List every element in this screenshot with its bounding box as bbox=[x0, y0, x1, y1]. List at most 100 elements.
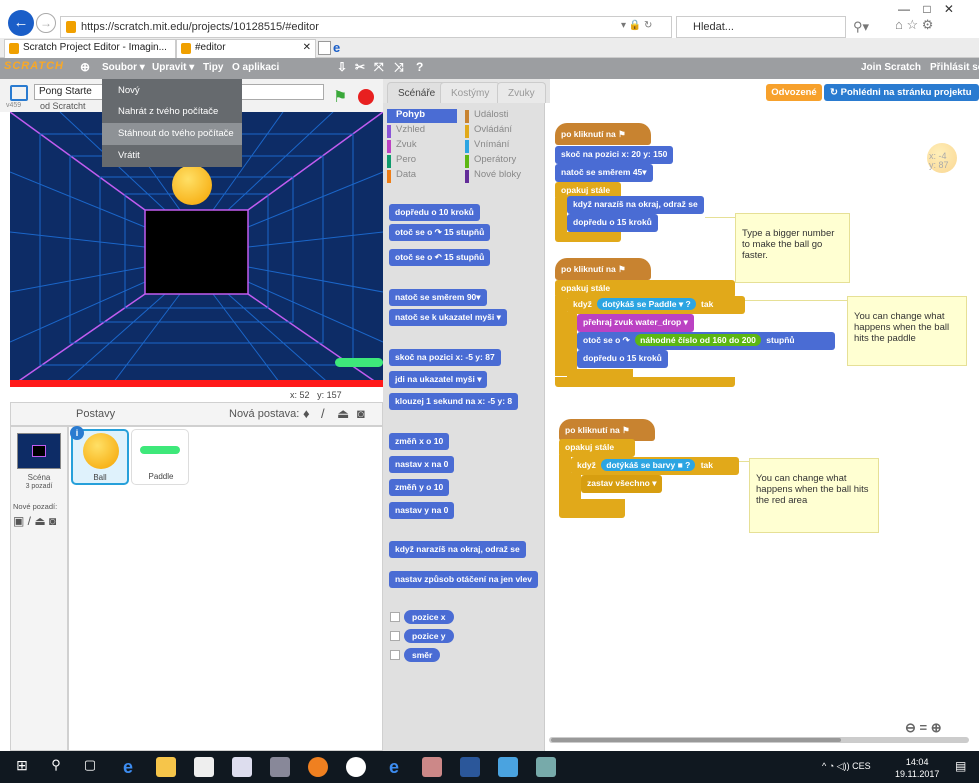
play-sound-block[interactable]: přehraj zvuk water_drop ▾ bbox=[577, 314, 694, 332]
reporter-block[interactable]: směr bbox=[404, 648, 441, 662]
turn-block[interactable]: otoč se o ↷ náhodné číslo od 160 do 200 … bbox=[577, 332, 835, 350]
tab-scripts[interactable]: Scénáře bbox=[387, 82, 447, 103]
sprite-tile-paddle[interactable]: Paddle bbox=[131, 429, 189, 485]
upload-icon[interactable]: ⏏ bbox=[337, 406, 349, 422]
menu-item-revert[interactable]: Vrátit bbox=[102, 145, 242, 167]
paddle-sprite[interactable] bbox=[335, 358, 383, 367]
see-project-button[interactable]: ↻ Pohlédni na stránku projektu bbox=[824, 84, 979, 101]
sprite-tile-ball[interactable]: i Ball bbox=[70, 426, 129, 485]
category-4[interactable]: Data bbox=[387, 169, 416, 183]
address-bar[interactable]: https://scratch.mit.edu/projects/1012851… bbox=[60, 16, 672, 38]
window-controls[interactable]: — □ ✕ bbox=[898, 2, 954, 16]
palette-block[interactable]: když narazíš na okraj, odraž se bbox=[389, 541, 526, 558]
reporter-checkbox[interactable] bbox=[390, 612, 400, 622]
ball-sprite[interactable] bbox=[172, 165, 212, 205]
menu-item-upload[interactable]: Nahrát z tvého počítače bbox=[102, 101, 242, 123]
shrink-icon[interactable]: ⤨ bbox=[394, 60, 404, 75]
tab-editor[interactable]: #editor ✕ bbox=[176, 39, 316, 58]
category-1[interactable]: Vzhled bbox=[387, 124, 425, 138]
back-button[interactable]: ← bbox=[8, 10, 34, 36]
category-2[interactable]: Zvuk bbox=[387, 139, 417, 153]
bounce-edge-block[interactable]: když narazíš na okraj, odraž se bbox=[567, 196, 704, 214]
point-direction-block[interactable]: natoč se směrem 45▾ bbox=[555, 164, 653, 182]
close-tab-icon[interactable]: ✕ bbox=[303, 42, 311, 53]
palette-block[interactable]: otoč se o ↶ 15 stupňů bbox=[389, 249, 491, 266]
move-steps-block[interactable]: dopředu o 15 kroků bbox=[567, 214, 658, 232]
if-block[interactable]: když dotýkáš se Paddle ▾ ? tak bbox=[567, 296, 745, 314]
stop-icon[interactable] bbox=[358, 89, 374, 105]
touching-color[interactable]: dotýkáš se barvy ■ ? bbox=[601, 459, 696, 471]
notification-icon[interactable]: ▤ bbox=[955, 759, 966, 773]
palette-block[interactable]: klouzej 1 sekund na x: -5 y: 8 bbox=[389, 393, 519, 410]
firefox-icon[interactable] bbox=[308, 757, 328, 777]
duplicate-icon[interactable]: ⇩ bbox=[337, 60, 347, 74]
chrome-icon[interactable] bbox=[346, 757, 366, 777]
if-block[interactable]: když dotýkáš se barvy ■ ? tak bbox=[571, 457, 739, 475]
scroll-thumb[interactable] bbox=[551, 738, 841, 742]
join-link[interactable]: Join Scratch bbox=[861, 62, 921, 73]
palette-block[interactable]: nastav x na 0 bbox=[389, 456, 455, 473]
info-icon[interactable]: i bbox=[70, 426, 84, 440]
tab-sounds[interactable]: Zvuky bbox=[497, 82, 546, 103]
category-3[interactable]: Pero bbox=[387, 154, 416, 168]
grow-icon[interactable]: ⤧ bbox=[374, 60, 384, 75]
category-0[interactable]: Pohyb bbox=[387, 109, 457, 123]
stop-all-block[interactable]: zastav všechno ▾ bbox=[581, 475, 663, 493]
forward-button[interactable]: → bbox=[36, 13, 56, 33]
category-6[interactable]: Ovládání bbox=[465, 124, 512, 138]
go-to-xy-block[interactable]: skoč na pozici x: 20 y: 150 bbox=[555, 146, 674, 164]
horizontal-scrollbar[interactable] bbox=[549, 737, 969, 743]
word-icon[interactable] bbox=[460, 757, 480, 777]
palette-block[interactable]: nastav y na 0 bbox=[389, 502, 455, 519]
category-7[interactable]: Vnímání bbox=[465, 139, 509, 153]
reporter-block[interactable]: pozice y bbox=[404, 629, 454, 643]
signin-link[interactable]: Přihlásit se bbox=[930, 62, 979, 73]
when-flag-clicked[interactable]: po kliknutí na ⚑ bbox=[555, 123, 651, 145]
app-icon[interactable] bbox=[536, 757, 556, 777]
backdrop-tools-icon[interactable]: ▣ / ⏏ ◙ bbox=[13, 514, 56, 528]
category-5[interactable]: Události bbox=[465, 109, 508, 123]
ie-icon[interactable]: e bbox=[384, 757, 404, 777]
palette-block[interactable]: skoč na pozici x: -5 y: 87 bbox=[389, 349, 501, 366]
menu-item-new[interactable]: Nový bbox=[102, 80, 242, 102]
edge-icon[interactable]: e bbox=[118, 757, 138, 777]
camera-icon[interactable]: ◙ bbox=[357, 406, 365, 421]
green-flag-icon[interactable]: ⚑ bbox=[333, 87, 347, 107]
reporter-checkbox[interactable] bbox=[390, 631, 400, 641]
start-icon[interactable]: ⊞ bbox=[12, 757, 32, 777]
when-flag-clicked[interactable]: po kliknutí na ⚑ bbox=[559, 419, 655, 441]
palette-block[interactable]: nastav způsob otáčení na jen vlev bbox=[389, 571, 538, 588]
comment-note[interactable]: You can change what happens when the bal… bbox=[749, 458, 879, 533]
store-icon[interactable] bbox=[194, 757, 214, 777]
task-view-icon[interactable]: ▢ bbox=[80, 757, 100, 777]
palette-block[interactable]: změň y o 10 bbox=[389, 479, 450, 496]
menu-item-download[interactable]: Stáhnout do tvého počítače bbox=[102, 123, 242, 145]
random-number[interactable]: náhodné číslo od 160 do 200 bbox=[635, 334, 761, 346]
app-icon[interactable] bbox=[422, 757, 442, 777]
script-area[interactable]: x: -4 y: 87 po kliknutí na ⚑ skoč na poz… bbox=[545, 103, 979, 751]
app-icon[interactable] bbox=[498, 757, 518, 777]
paint-icon[interactable]: / bbox=[321, 406, 325, 421]
comment-note[interactable]: You can change what happens when the bal… bbox=[847, 296, 967, 366]
file-menu[interactable]: Soubor ▾ bbox=[102, 62, 145, 73]
tray-icons[interactable]: ^ ◔ ◁)) CES bbox=[822, 761, 871, 772]
fullscreen-icon[interactable] bbox=[10, 85, 28, 101]
touching-paddle[interactable]: dotýkáš se Paddle ▾ ? bbox=[597, 298, 696, 310]
about-menu[interactable]: O aplikaci bbox=[232, 62, 279, 73]
tab-costumes[interactable]: Kostýmy bbox=[440, 82, 501, 103]
palette-block[interactable]: natoč se k ukazatel myši ▾ bbox=[389, 309, 507, 326]
new-tab-button[interactable] bbox=[318, 41, 331, 55]
category-8[interactable]: Operátory bbox=[465, 154, 516, 168]
search-icon[interactable]: ⚲▾ bbox=[853, 19, 869, 35]
explorer-icon[interactable] bbox=[156, 757, 176, 777]
reporter-checkbox[interactable] bbox=[390, 650, 400, 660]
category-9[interactable]: Nové bloky bbox=[465, 169, 521, 183]
clock[interactable]: 14:04 19.11.2017 bbox=[895, 756, 939, 780]
zoom-controls[interactable]: ⊖ = ⊕ bbox=[905, 720, 942, 736]
comment-note[interactable]: Type a bigger number to make the ball go… bbox=[735, 213, 850, 283]
cut-icon[interactable]: ✂ bbox=[355, 60, 365, 74]
when-flag-clicked[interactable]: po kliknutí na ⚑ bbox=[555, 258, 651, 280]
help-icon[interactable]: ? bbox=[416, 60, 423, 74]
palette-block[interactable]: dopředu o 10 kroků bbox=[389, 204, 480, 221]
home-icon[interactable]: ⌂ ☆ ⚙ bbox=[895, 17, 933, 33]
